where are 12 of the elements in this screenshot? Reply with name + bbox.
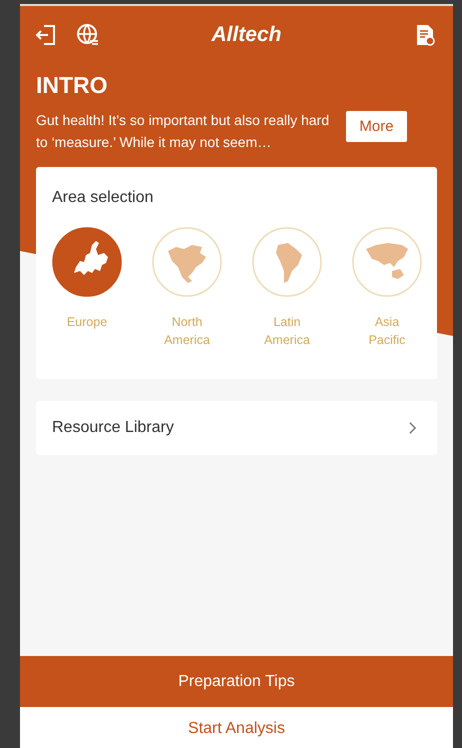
more-button[interactable]: More <box>346 111 407 142</box>
resource-library-row[interactable]: Resource Library <box>36 401 437 455</box>
chevron-right-icon <box>408 421 417 435</box>
globe-icon[interactable] <box>76 23 100 47</box>
intro-description: Gut health! It’s so important but also really hard to ‘measure.’ While it may not seem… <box>36 111 330 152</box>
start-analysis-button[interactable]: Start Analysis <box>20 707 453 748</box>
logout-icon[interactable] <box>34 23 58 47</box>
preparation-tips-button[interactable]: Preparation Tips <box>20 656 453 707</box>
continent-icon[interactable] <box>52 227 122 297</box>
intro-title: INTRO <box>35 71 109 99</box>
area-selection-title: Area selection <box>52 189 154 207</box>
logo-text: Alltech <box>210 23 282 47</box>
